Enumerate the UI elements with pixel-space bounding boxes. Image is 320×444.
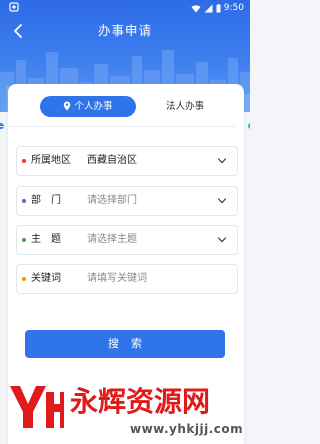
- wifi-icon: [191, 4, 201, 12]
- chevron-down-icon: [217, 237, 227, 243]
- title-bar: 办事申请: [0, 20, 250, 42]
- watermark-url: www.yhkjjj.com: [130, 422, 244, 436]
- chevron-down-icon: [217, 158, 227, 164]
- department-select[interactable]: 部 门 请选择部门: [16, 186, 238, 216]
- tab-personal-label: 个人办事: [74, 101, 113, 112]
- brand-logo-icon: [10, 386, 64, 428]
- signal-icon: [204, 4, 213, 12]
- status-bar: 9:50: [0, 0, 250, 16]
- status-time: 9:50: [223, 3, 244, 13]
- department-label: 部 门: [31, 195, 61, 206]
- status-icons: 9:50: [191, 0, 244, 16]
- department-placeholder: 请选择部门: [87, 195, 137, 206]
- location-pin-icon: [64, 101, 71, 110]
- watermark-brand: 永辉资源网: [70, 385, 211, 418]
- decor-dot-right: [248, 123, 250, 129]
- screen: 9:50 办事申请 个人办事 法人办事 所属地区 西藏自治区 部 门 请选择部门…: [0, 0, 250, 444]
- region-label: 所属地区: [31, 155, 71, 166]
- field-dot: [22, 159, 26, 163]
- watermark: 永辉资源网 www.yhkjjj.com: [2, 380, 248, 444]
- battery-icon: [216, 3, 221, 12]
- page-title: 办事申请: [97, 23, 152, 38]
- keyword-placeholder: 请填写关键词: [87, 273, 147, 284]
- tab-divider: [0, 126, 236, 127]
- region-select[interactable]: 所属地区 西藏自治区: [16, 146, 238, 176]
- tab-bar: 个人办事 法人办事: [26, 92, 226, 120]
- topic-label: 主 题: [31, 234, 61, 245]
- topic-placeholder: 请选择主题: [87, 234, 137, 245]
- chevron-down-icon: [217, 198, 227, 204]
- tab-personal[interactable]: 个人办事: [40, 96, 136, 117]
- search-button[interactable]: 搜索: [25, 330, 225, 358]
- region-value: 西藏自治区: [87, 155, 137, 166]
- field-dot: [22, 277, 26, 281]
- tab-legal-label: 法人办事: [165, 101, 204, 112]
- notification-icon: [9, 2, 19, 12]
- field-dot: [22, 199, 26, 203]
- topic-select[interactable]: 主 题 请选择主题: [16, 225, 238, 255]
- keyword-label: 关键词: [31, 273, 61, 284]
- field-dot: [22, 238, 26, 242]
- tab-legal[interactable]: 法人办事: [150, 96, 220, 117]
- keyword-input[interactable]: 关键词 请填写关键词: [16, 264, 238, 294]
